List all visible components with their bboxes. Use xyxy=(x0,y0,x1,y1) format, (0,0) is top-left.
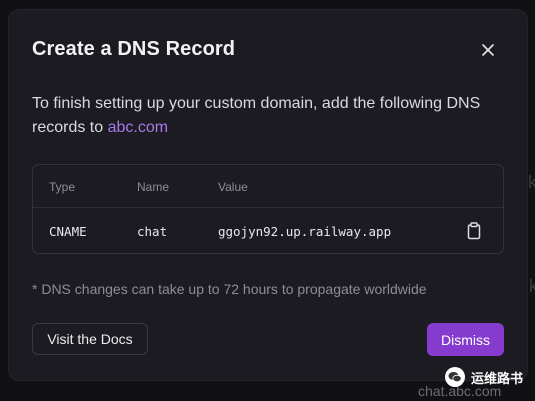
clipboard-icon xyxy=(467,222,481,240)
dismiss-button[interactable]: Dismiss xyxy=(427,323,504,356)
watermark-text: 运维路书 xyxy=(470,370,523,386)
table-header: Type Name Value xyxy=(33,165,503,208)
wechat-icon xyxy=(444,367,465,387)
watermark: 运维路书 xyxy=(444,367,523,387)
record-name-cell: chat xyxy=(137,224,168,239)
propagation-note: * DNS changes can take up to 72 hours to… xyxy=(32,281,427,297)
record-type-cell: CNAME xyxy=(49,224,87,239)
domain-link[interactable]: abc.com xyxy=(108,119,168,136)
close-icon xyxy=(482,44,494,56)
column-header-type: Type xyxy=(49,180,76,194)
copy-value-button[interactable] xyxy=(467,222,481,240)
record-value-cell: ggojyn92.up.railway.app xyxy=(218,224,392,239)
column-header-value: Value xyxy=(218,180,248,194)
column-header-name: Name xyxy=(137,180,170,194)
dns-records-table: Type Name Value CNAME chat ggojyn92.up.r… xyxy=(32,164,504,254)
close-button[interactable] xyxy=(479,41,497,59)
dns-record-modal: Create a DNS Record To finish setting up… xyxy=(9,10,527,380)
modal-title: Create a DNS Record xyxy=(32,38,236,60)
modal-description: To finish setting up your custom domain,… xyxy=(32,92,502,140)
background-fragment: k xyxy=(529,276,535,296)
background-fragment: k xyxy=(528,172,535,192)
description-text: To finish setting up your custom domain,… xyxy=(32,95,481,136)
visit-docs-button[interactable]: Visit the Docs xyxy=(32,323,148,355)
